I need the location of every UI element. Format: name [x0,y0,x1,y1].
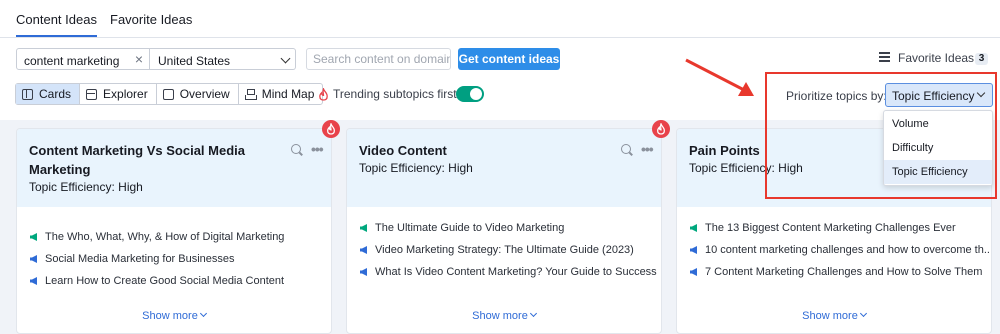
show-more-label: Show more [802,310,858,322]
favorite-ideas-label: Favorite Ideas [898,51,975,65]
country-select[interactable]: United States [150,48,296,70]
headline-text: Video Marketing Strategy: The Ultimate G… [375,244,634,256]
list-item[interactable]: Learn How to Create Good Social Media Co… [29,270,284,292]
topic-card[interactable]: Video Content Topic Efficiency: High •••… [346,128,662,334]
headline-list: The Ultimate Guide to Video Marketing Vi… [359,217,657,283]
list-item[interactable]: The Who, What, Why, & How of Digital Mar… [29,226,284,248]
list-item[interactable]: Video Marketing Strategy: The Ultimate G… [359,239,657,261]
headline-list: The 13 Biggest Content Marketing Challen… [689,217,992,283]
table-icon [86,88,98,100]
view-explorer-button[interactable]: Explorer [80,84,157,104]
list-item[interactable]: 10 content marketing challenges and how … [689,239,992,261]
headline-text: The Ultimate Guide to Video Marketing [375,222,565,234]
card-title[interactable]: Video Content [359,141,599,160]
headline-text: 7 Content Marketing Challenges and How t… [705,266,983,278]
more-icon[interactable]: ••• [641,141,654,157]
view-mindmap-button[interactable]: Mind Map [239,84,323,104]
trending-toggle[interactable] [456,86,484,102]
megaphone-icon [30,255,37,263]
headline-text: Learn How to Create Good Social Media Co… [45,275,285,287]
keyword-value: content marketing [24,54,120,68]
megaphone-icon [30,233,37,241]
view-overview-button[interactable]: Overview [157,84,239,104]
headline-text: Social Media Marketing for Businesses [45,253,235,265]
trending-label: Trending subtopics first [333,87,457,101]
chevron-down-icon [859,309,867,318]
headline-text: 10 content marketing challenges and how … [705,244,992,256]
list-item[interactable]: The Ultimate Guide to Video Marketing [359,217,657,239]
view-switcher: Cards Explorer Overview Mind Map [15,83,324,105]
view-cards-label: Cards [39,87,72,101]
show-more-label: Show more [472,310,528,322]
view-mindmap-label: Mind Map [261,87,315,101]
cards-icon [22,88,33,100]
headline-text: The Who, What, Why, & How of Digital Mar… [45,231,285,243]
chevron-down-icon [529,309,537,318]
view-explorer-label: Explorer [103,87,148,101]
megaphone-icon [690,224,697,232]
list-item[interactable]: 7 Content Marketing Challenges and How t… [689,261,991,283]
list-item[interactable]: What Is Video Content Marketing? Your Gu… [359,261,657,283]
trending-subtopics: Trending subtopics first [318,87,457,101]
megaphone-icon [360,268,367,276]
megaphone-icon [690,268,697,276]
headline-text: The 13 Biggest Content Marketing Challen… [705,222,956,234]
top-tabs: Content Ideas Favorite Ideas [0,0,1000,38]
more-icon[interactable]: ••• [311,141,324,157]
show-more-link[interactable]: Show more [677,309,991,322]
country-value: United States [158,54,231,68]
get-content-ideas-button[interactable]: Get content ideas [458,48,560,70]
chevron-down-icon [199,309,207,318]
search-icon[interactable] [291,144,301,154]
trending-badge-icon [652,120,670,138]
list-item[interactable]: The 13 Biggest Content Marketing Challen… [689,217,991,239]
headline-text: What Is Video Content Marketing? Your Gu… [375,266,657,278]
card-efficiency: Topic Efficiency: High [359,161,473,175]
list-icon [879,52,890,62]
search-icon[interactable] [621,144,631,154]
list-item[interactable]: Social Media Marketing for Businesses [29,248,284,270]
megaphone-icon [30,277,37,285]
megaphone-icon [360,246,367,254]
overview-icon [162,88,174,100]
view-overview-label: Overview [179,87,230,101]
annotation-arrow-icon [685,58,754,96]
card-efficiency: Topic Efficiency: High [29,180,143,194]
chevron-down-icon [280,53,291,64]
headline-list: The Who, What, Why, & How of Digital Mar… [29,226,284,292]
keyword-input[interactable]: content marketing × [16,48,150,70]
trending-badge-icon [322,120,340,138]
topic-card[interactable]: Content Marketing Vs Social Media Market… [16,128,332,334]
clear-icon[interactable]: × [135,51,143,67]
megaphone-icon [360,224,367,232]
mindmap-icon [244,88,257,100]
show-more-label: Show more [142,310,198,322]
megaphone-icon [690,246,697,254]
view-cards-button[interactable]: Cards [16,84,81,104]
favorite-count-badge: 3 [975,53,988,65]
show-more-link[interactable]: Show more [347,309,661,322]
show-more-link[interactable]: Show more [17,309,331,322]
annotation-highlight-box [765,72,997,199]
flame-icon [319,87,328,101]
card-title[interactable]: Content Marketing Vs Social Media Market… [29,141,269,179]
tab-content-ideas[interactable]: Content Ideas [16,12,97,37]
domain-search-input[interactable] [306,48,451,70]
tab-favorite-ideas[interactable]: Favorite Ideas [110,12,192,27]
